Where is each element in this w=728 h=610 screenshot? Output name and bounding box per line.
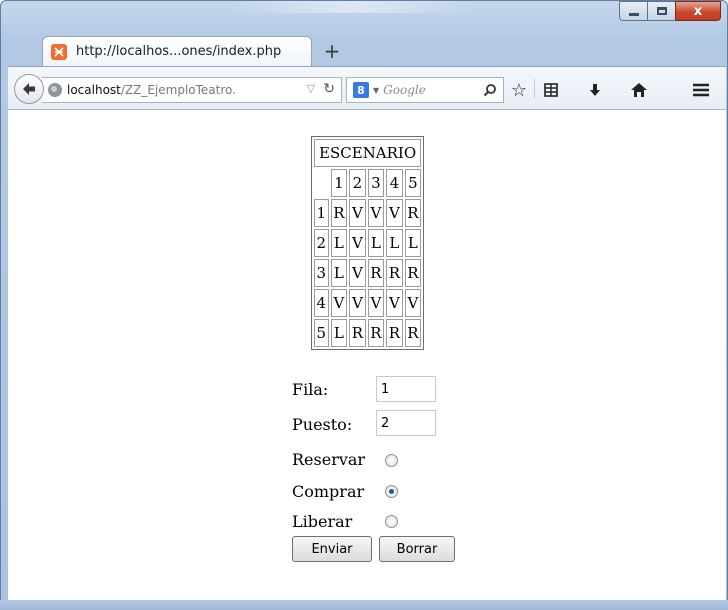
search-bar[interactable]: 8 ▼ Google [346,77,504,103]
reload-icon[interactable]: ↻ [323,81,335,97]
seat-cell: V [349,289,366,317]
close-window-button[interactable]: x [675,1,721,21]
window-bottom-frame [0,600,728,610]
comprar-label: Comprar [292,482,365,501]
globe-icon [48,83,62,97]
seat-cell: R [367,319,385,347]
seat-row: 4 V V V V V [314,289,422,317]
menu-icon[interactable] [690,79,712,101]
column-header: 2 [349,169,366,197]
engine-dropdown-icon[interactable]: ▼ [373,86,379,95]
liberar-radio[interactable] [385,515,398,528]
back-arrow-icon [23,83,35,95]
column-header: 5 [404,169,422,197]
row-header: 3 [314,259,329,287]
borrar-button[interactable]: Borrar [379,536,455,562]
seat-cell: V [349,199,366,227]
tab-title: http://localhos...ones/index.php [76,44,282,59]
maximize-icon [656,7,667,15]
url-bar[interactable]: localhost/ZZ_EjemploTeatro. ▽ ↻ [42,77,342,103]
seat-row: 5 L R R R R [314,319,422,347]
history-dropdown-icon[interactable]: ▽ [307,82,315,95]
liberar-label: Liberar [292,512,353,531]
search-placeholder: Google [383,83,426,97]
enviar-button[interactable]: Enviar [292,536,372,562]
column-header: 1 [330,169,348,197]
seat-cell: V [349,229,366,257]
seat-cell: R [367,259,385,287]
seat-cell: V [404,289,422,317]
comprar-radio[interactable] [385,485,398,498]
seat-cell: V [330,289,348,317]
fila-label: Fila: [292,380,329,399]
browser-tab[interactable]: http://localhos...ones/index.php [42,36,312,66]
reservar-radio[interactable] [385,454,398,467]
url-path: /ZZ_EjemploTeatro. [120,83,236,97]
puesto-label: Puesto: [292,415,353,434]
close-icon: x [693,3,703,19]
seat-cell: L [330,259,348,287]
seat-cell: V [367,289,385,317]
seat-cell: V [386,289,403,317]
seat-row: 2 L V L L L [314,229,422,257]
downloads-icon[interactable] [584,79,606,101]
toolbar-separator [534,79,535,99]
window-controls: x [619,1,721,21]
row-header: 4 [314,289,329,317]
column-header: 3 [367,169,385,197]
seat-row: 1 R V V V R [314,199,422,227]
seat-cell: R [330,199,348,227]
seat-cell: V [349,259,366,287]
seat-cell: L [330,319,348,347]
row-header: 2 [314,229,329,257]
seat-cell: V [367,199,385,227]
reservar-label: Reservar [292,450,366,469]
fila-input[interactable] [376,376,436,402]
seat-cell: L [386,229,403,257]
stage-caption: ESCENARIO [314,139,422,167]
search-engine-icon[interactable]: 8 [353,82,369,98]
seat-cell: L [367,229,385,257]
maximize-button[interactable] [647,1,675,21]
seat-cell: R [349,319,366,347]
column-header: 4 [386,169,403,197]
seat-cell: L [404,229,422,257]
seat-cell: R [404,259,422,287]
seat-cell: R [404,319,422,347]
minimize-icon [628,12,639,16]
seat-cell: V [386,199,403,227]
back-button[interactable] [14,74,44,104]
row-header: 5 [314,319,329,347]
bookmark-star-icon[interactable]: ☆ [508,79,530,101]
puesto-input[interactable] [376,410,436,436]
magnifier-icon[interactable] [483,82,497,101]
seat-cell: R [386,319,403,347]
minimize-button[interactable] [619,1,647,21]
seating-table: ESCENARIO 1 2 3 4 5 1 R V V V R 2 L V L … [311,136,425,350]
seat-cell: R [386,259,403,287]
seat-cell: L [330,229,348,257]
bookmarks-menu-icon[interactable] [540,79,562,101]
seat-row: 3 L V R R R [314,259,422,287]
url-host: localhost [67,83,121,97]
row-header: 1 [314,199,329,227]
nav-toolbar: localhost/ZZ_EjemploTeatro. ▽ ↻ 8 ▼ Goog… [8,66,726,110]
title-bar-glass [231,1,471,13]
column-header-row: 1 2 3 4 5 [314,169,422,197]
new-tab-button[interactable]: + [320,39,344,63]
favicon-icon [51,43,67,60]
page-content: ESCENARIO 1 2 3 4 5 1 R V V V R 2 L V L … [8,110,726,600]
corner-cell [314,169,329,197]
home-icon[interactable] [628,79,650,101]
seat-cell: R [404,199,422,227]
